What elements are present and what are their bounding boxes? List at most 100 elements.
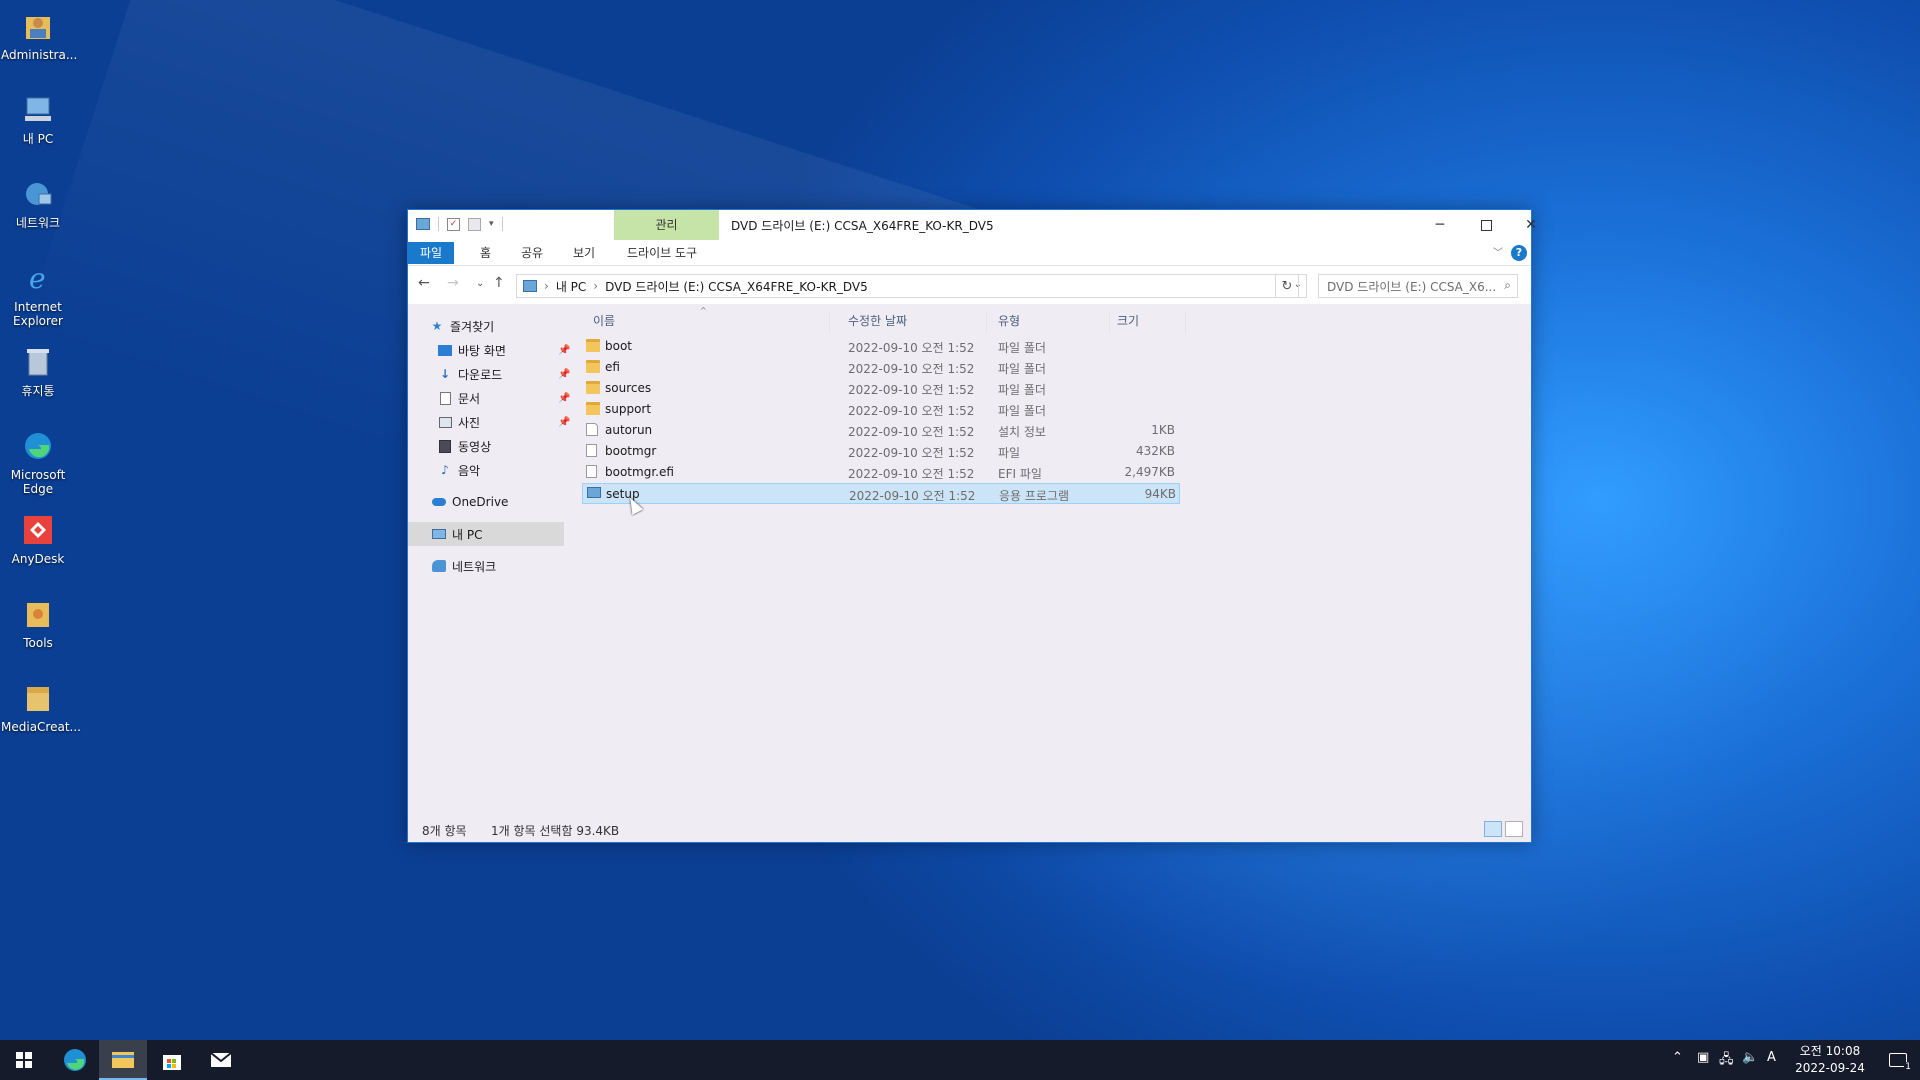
nav-documents[interactable]: 문서 📌	[438, 386, 594, 410]
breadcrumb-separator-icon: ›	[593, 279, 599, 293]
edge-icon	[20, 428, 56, 464]
ribbon-tab-bar: 파일 홈 공유 보기 드라이브 도구 ﹀ ?	[408, 240, 1531, 266]
column-header-size[interactable]: 크기	[1111, 312, 1186, 334]
tab-home[interactable]: 홈	[470, 242, 501, 264]
desktop-icon-internet-explorer[interactable]: e Internet Explorer	[0, 252, 76, 330]
start-button[interactable]	[0, 1040, 48, 1080]
help-icon[interactable]: ?	[1511, 245, 1527, 261]
taskbar: ⌃ ▣ 🖧 🔈 A 오전 10:08 2022-09-24 1	[0, 1040, 1920, 1080]
folder-icon	[586, 402, 600, 415]
pin-icon: 📌	[558, 416, 571, 428]
tab-drive-tools[interactable]: 드라이브 도구	[617, 242, 707, 264]
recent-locations-icon[interactable]: ⌄	[476, 278, 484, 289]
network-icon	[20, 176, 56, 212]
notification-count: 1	[1904, 1062, 1912, 1072]
desktop-icon-mediacreation[interactable]: MediaCreat...	[0, 672, 81, 750]
desktop-icon-this-pc[interactable]: 내 PC	[0, 84, 76, 162]
qat-customize-icon[interactable]: ▾	[489, 219, 494, 229]
address-bar-row: ← → ⌄ ↑ › 내 PC › DVD 드라이브 (E:) CCSA_X64F…	[408, 266, 1531, 304]
file-row-support[interactable]: support 2022-09-10 오전 1:52 파일 폴더	[582, 399, 1180, 420]
file-row-autorun[interactable]: autorun 2022-09-10 오전 1:52 설치 정보 1KB	[582, 420, 1180, 441]
network-status-icon[interactable]: 🖧	[1719, 1050, 1734, 1072]
column-header-name[interactable]: 이름 ^	[582, 306, 830, 334]
back-arrow-icon[interactable]: ←	[418, 275, 430, 291]
desktop-icon-recycle-bin[interactable]: 휴지통	[0, 336, 76, 414]
minimize-icon: ─	[1435, 217, 1445, 233]
drive-setup-icon	[416, 218, 430, 230]
device-icon[interactable]: ▣	[1697, 1050, 1709, 1065]
contextual-tab-manage[interactable]: 관리	[614, 210, 719, 240]
file-row-boot[interactable]: boot 2022-09-10 오전 1:52 파일 폴더	[582, 336, 1180, 357]
refresh-icon: ↻	[1281, 278, 1293, 294]
music-note-icon: ♪	[441, 463, 449, 477]
file-icon	[586, 465, 597, 478]
nav-videos[interactable]: 동영상	[438, 434, 594, 458]
network-icon	[432, 559, 446, 573]
nav-desktop[interactable]: 바탕 화면 📌	[438, 338, 594, 362]
desktop-icon-anydesk[interactable]: AnyDesk	[0, 504, 76, 582]
store-bag-icon	[163, 1055, 181, 1070]
recycle-bin-icon	[20, 344, 56, 380]
folder-icon	[586, 360, 600, 373]
desktop-icon-tools[interactable]: Tools	[0, 588, 76, 666]
nav-music[interactable]: ♪ 음악	[438, 458, 594, 482]
taskbar-edge[interactable]	[51, 1040, 99, 1080]
properties-icon[interactable]: ✓	[447, 217, 460, 231]
file-row-bootmgr-efi[interactable]: bootmgr.efi 2022-09-10 오전 1:52 EFI 파일 2,…	[582, 462, 1180, 483]
breadcrumb-this-pc[interactable]: 내 PC	[556, 278, 586, 295]
action-center-button[interactable]: 1	[1876, 1040, 1920, 1080]
clock[interactable]: 오전 10:08 2022-09-24	[1784, 1043, 1876, 1077]
column-header-type[interactable]: 유형	[994, 312, 1110, 334]
nav-quick-access[interactable]: ★ 즐겨찾기	[430, 314, 586, 338]
file-row-setup[interactable]: setup 2022-09-10 오전 1:52 응용 프로그램 94KB	[582, 483, 1180, 504]
nav-downloads[interactable]: ↓ 다운로드 📌	[438, 362, 594, 386]
address-field[interactable]: › 내 PC › DVD 드라이브 (E:) CCSA_X64FRE_KO-KR…	[516, 274, 1307, 298]
details-view-button[interactable]	[1484, 821, 1502, 837]
computer-icon	[20, 92, 56, 128]
column-header-modified[interactable]: 수정한 날짜	[845, 312, 987, 334]
forward-arrow-icon[interactable]: →	[447, 275, 459, 291]
title-bar[interactable]: ✓ ▾ 관리 DVD 드라이브 (E:) CCSA_X64FRE_KO-KR_D…	[408, 210, 1537, 240]
file-row-bootmgr[interactable]: bootmgr 2022-09-10 오전 1:52 파일 432KB	[582, 441, 1180, 462]
volume-icon[interactable]: 🔈	[1742, 1050, 1758, 1065]
pin-icon: 📌	[558, 368, 571, 380]
desktop-icon-administrator[interactable]: Administra...	[0, 0, 77, 78]
setup-info-file-icon	[586, 423, 598, 436]
explorer-content: ★ 즐겨찾기 바탕 화면 📌 ↓ 다운로드 📌 문서 📌 사진 📌 동영상 ♪ …	[408, 304, 1531, 816]
maximize-icon	[1480, 219, 1492, 231]
edge-icon	[64, 1049, 86, 1071]
large-icons-view-button[interactable]	[1505, 821, 1523, 837]
new-folder-icon[interactable]	[468, 217, 481, 231]
item-count: 8개 항목	[422, 824, 467, 838]
ribbon-expand-icon[interactable]: ﹀	[1493, 244, 1503, 259]
breadcrumb-dvd-drive[interactable]: DVD 드라이브 (E:) CCSA_X64FRE_KO-KR_DV5	[605, 278, 868, 295]
nav-network[interactable]: 네트워크	[432, 554, 588, 578]
close-button[interactable]: ✕	[1508, 210, 1554, 240]
status-bar: 8개 항목 1개 항목 선택함 93.4KB	[408, 816, 1531, 842]
nav-this-pc[interactable]: 내 PC	[408, 522, 564, 546]
user-folder-icon	[20, 8, 56, 44]
search-placeholder: DVD 드라이브 (E:) CCSA_X6...	[1327, 279, 1497, 294]
refresh-button[interactable]: ↻	[1275, 274, 1299, 298]
nav-onedrive[interactable]: OneDrive	[432, 490, 588, 514]
ime-indicator[interactable]: A	[1767, 1050, 1776, 1065]
maximize-button[interactable]	[1463, 210, 1509, 240]
desktop-icon-network[interactable]: 네트워크	[0, 168, 76, 246]
file-row-sources[interactable]: sources 2022-09-10 오전 1:52 파일 폴더	[582, 378, 1180, 399]
nav-pictures[interactable]: 사진 📌	[438, 410, 594, 434]
taskbar-mail[interactable]	[197, 1040, 245, 1080]
tab-file[interactable]: 파일	[408, 242, 455, 264]
notification-icon: 1	[1889, 1053, 1912, 1072]
up-arrow-icon[interactable]: ↑	[493, 275, 505, 291]
tab-share[interactable]: 공유	[511, 242, 553, 264]
minimize-button[interactable]: ─	[1417, 210, 1463, 240]
taskbar-file-explorer[interactable]	[99, 1040, 147, 1080]
search-input[interactable]: DVD 드라이브 (E:) CCSA_X6... ⌕	[1318, 274, 1518, 298]
windows-logo-icon	[16, 1052, 32, 1068]
taskbar-store[interactable]	[148, 1040, 196, 1080]
file-row-efi[interactable]: efi 2022-09-10 오전 1:52 파일 폴더	[582, 357, 1180, 378]
tab-view[interactable]: 보기	[563, 242, 605, 264]
desktop-icon-microsoft-edge[interactable]: Microsoft Edge	[0, 420, 76, 498]
folder-icon	[20, 680, 56, 716]
show-hidden-icons[interactable]: ⌃	[1672, 1050, 1683, 1065]
